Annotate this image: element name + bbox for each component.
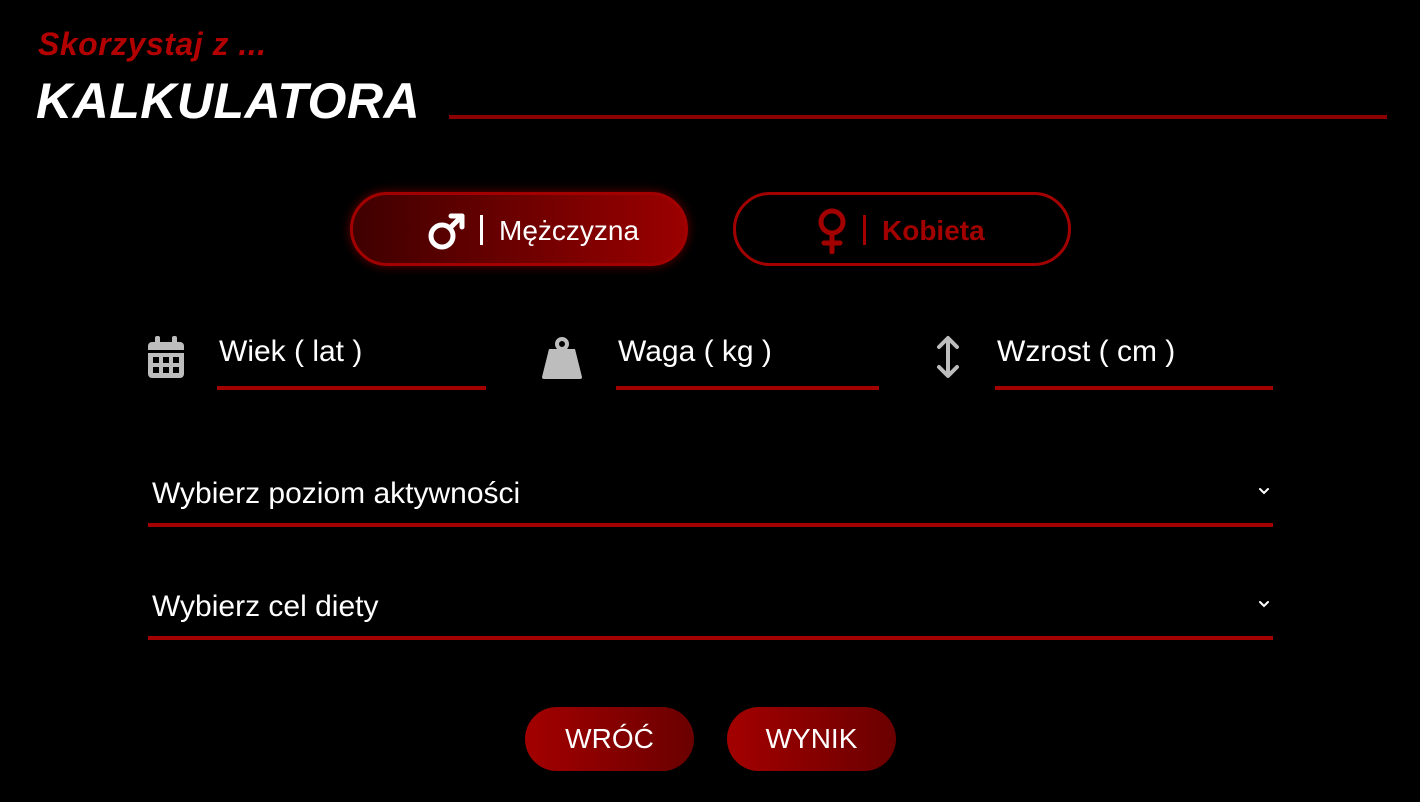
height-input[interactable]: Wzrost ( cm )	[995, 330, 1273, 390]
age-input[interactable]: Wiek ( lat )	[217, 330, 486, 390]
separator	[863, 215, 866, 245]
height-placeholder: Wzrost ( cm )	[997, 335, 1176, 368]
weight-input[interactable]: Waga ( kg )	[616, 330, 879, 390]
chevron-down-icon	[1259, 601, 1269, 608]
result-button[interactable]: WYNIK	[727, 707, 896, 771]
back-button[interactable]: WRÓĆ	[525, 707, 694, 771]
page-title: KALKULATORA	[36, 73, 421, 129]
female-symbol-icon	[818, 208, 846, 254]
weight-placeholder: Waga ( kg )	[618, 335, 772, 368]
field-underline	[217, 386, 486, 390]
field-underline	[995, 386, 1273, 390]
header-subtitle: Skorzystaj z ...	[38, 26, 267, 62]
gender-male-button[interactable]: ✓ Mężczyzna	[350, 192, 688, 266]
age-placeholder: Wiek ( lat )	[219, 335, 363, 368]
select-underline	[148, 523, 1273, 527]
calendar-icon	[148, 336, 184, 378]
activity-level-select[interactable]: Wybierz poziom aktywności	[148, 467, 1273, 527]
diet-goal-select[interactable]: Wybierz cel diety	[148, 580, 1273, 640]
gender-female-button[interactable]: Kobieta	[733, 192, 1071, 266]
activity-level-value: Wybierz poziom aktywności	[152, 477, 521, 510]
separator	[480, 215, 483, 245]
title-divider	[449, 115, 1387, 119]
male-symbol-icon	[428, 213, 465, 250]
select-underline	[148, 636, 1273, 640]
check-icon: ✓	[395, 218, 414, 243]
weight-icon	[542, 337, 582, 379]
gender-female-label: Kobieta	[882, 215, 985, 246]
diet-goal-value: Wybierz cel diety	[152, 590, 379, 623]
chevron-down-icon	[1259, 488, 1269, 495]
vertical-arrows-icon	[937, 336, 959, 378]
field-underline	[616, 386, 879, 390]
gender-male-label: Mężczyzna	[499, 215, 640, 246]
